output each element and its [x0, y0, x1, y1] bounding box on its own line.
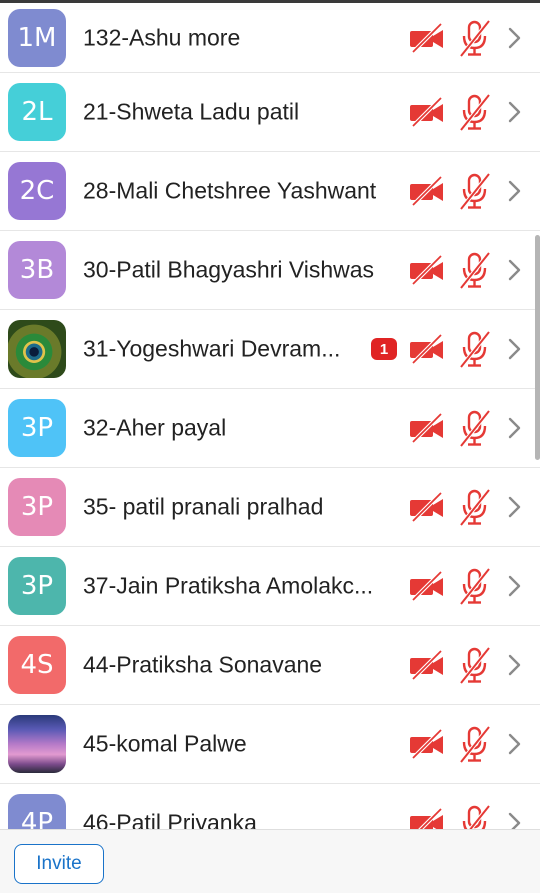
participant-name: 45-komal Palwe: [83, 730, 247, 757]
mic-off-icon[interactable]: [458, 251, 492, 290]
participant-name: 21-Shweta Ladu patil: [83, 98, 300, 125]
scrollbar[interactable]: [535, 235, 540, 460]
participant-list: 1M 132-Ashu more 2L 21-Shweta Ladu patil 2C 2…: [0, 3, 540, 829]
mic-off-icon[interactable]: [458, 567, 492, 606]
avatar-initials: 3P: [8, 399, 66, 457]
participant-name: 132-Ashu more: [83, 24, 241, 50]
participant-name: 32-Aher payal: [83, 414, 227, 441]
avatar-initials: 2C: [8, 162, 66, 220]
video-off-icon[interactable]: [408, 807, 446, 829]
mic-off-icon[interactable]: [458, 804, 492, 829]
chevron-right-icon[interactable]: [505, 416, 523, 440]
chevron-right-icon[interactable]: [505, 653, 523, 677]
participant-name: 31-Yogeshwari Devram...: [83, 335, 341, 362]
chevron-right-icon[interactable]: [505, 179, 523, 203]
avatar-photo: [8, 715, 66, 773]
video-off-icon[interactable]: [408, 570, 446, 602]
video-off-icon[interactable]: [408, 728, 446, 760]
video-off-icon[interactable]: [408, 412, 446, 444]
video-off-icon[interactable]: [408, 491, 446, 523]
mic-off-icon[interactable]: [458, 330, 492, 369]
avatar-photo: [8, 320, 66, 378]
avatar-initials: 4S: [8, 636, 66, 694]
chevron-right-icon[interactable]: [505, 732, 523, 756]
participant-name: 44-Pratiksha Sonavane: [83, 651, 323, 678]
avatar-initials: 2L: [8, 83, 66, 141]
mic-off-icon[interactable]: [458, 646, 492, 685]
video-off-icon[interactable]: [408, 96, 446, 128]
mic-off-icon[interactable]: [458, 19, 492, 57]
video-off-icon[interactable]: [408, 333, 446, 365]
chevron-right-icon[interactable]: [505, 26, 523, 50]
avatar-initials: 3P: [8, 557, 66, 615]
participant-name: 37-Jain Pratiksha Amolakc...: [83, 572, 374, 599]
participant-row[interactable]: 2C 28-Mali Chetshree Yashwant: [0, 152, 540, 231]
unread-badge: 1: [371, 338, 397, 360]
mic-off-icon[interactable]: [458, 93, 492, 132]
participant-row[interactable]: 3B 30-Patil Bhagyashri Vishwas: [0, 231, 540, 310]
video-off-icon[interactable]: [408, 649, 446, 681]
bottom-bar: Invite: [0, 829, 540, 893]
avatar-initials: 4P: [8, 794, 66, 829]
video-off-icon[interactable]: [408, 22, 446, 53]
chevron-right-icon[interactable]: [505, 100, 523, 124]
participant-row[interactable]: 4P 46-Patil Priyanka: [0, 784, 540, 829]
participant-row[interactable]: 3P 35- patil pranali pralhad: [0, 468, 540, 547]
participant-name: 46-Patil Priyanka: [83, 809, 257, 830]
video-off-icon[interactable]: [408, 175, 446, 207]
video-off-icon[interactable]: [408, 254, 446, 286]
participant-row[interactable]: 1M 132-Ashu more: [0, 3, 540, 73]
avatar-initials: 3P: [8, 478, 66, 536]
participant-row[interactable]: 2L 21-Shweta Ladu patil: [0, 73, 540, 152]
mic-off-icon[interactable]: [458, 725, 492, 764]
participant-row[interactable]: 31-Yogeshwari Devram... 1: [0, 310, 540, 389]
participant-name: 28-Mali Chetshree Yashwant: [83, 177, 377, 204]
participant-row[interactable]: 3P 37-Jain Pratiksha Amolakc...: [0, 547, 540, 626]
mic-off-icon[interactable]: [458, 172, 492, 211]
chevron-right-icon[interactable]: [505, 811, 523, 829]
chevron-right-icon[interactable]: [505, 337, 523, 361]
avatar-initials: 1M: [8, 8, 66, 67]
participant-name: 35- patil pranali pralhad: [83, 493, 324, 520]
participant-name: 30-Patil Bhagyashri Vishwas: [83, 256, 375, 283]
chevron-right-icon[interactable]: [505, 495, 523, 519]
participant-row[interactable]: 45-komal Palwe: [0, 705, 540, 784]
avatar-initials: 3B: [8, 241, 66, 299]
chevron-right-icon[interactable]: [505, 574, 523, 598]
mic-off-icon[interactable]: [458, 409, 492, 448]
invite-button[interactable]: Invite: [14, 844, 104, 884]
mic-off-icon[interactable]: [458, 488, 492, 527]
participant-row[interactable]: 3P 32-Aher payal: [0, 389, 540, 468]
participant-row[interactable]: 4S 44-Pratiksha Sonavane: [0, 626, 540, 705]
chevron-right-icon[interactable]: [505, 258, 523, 282]
